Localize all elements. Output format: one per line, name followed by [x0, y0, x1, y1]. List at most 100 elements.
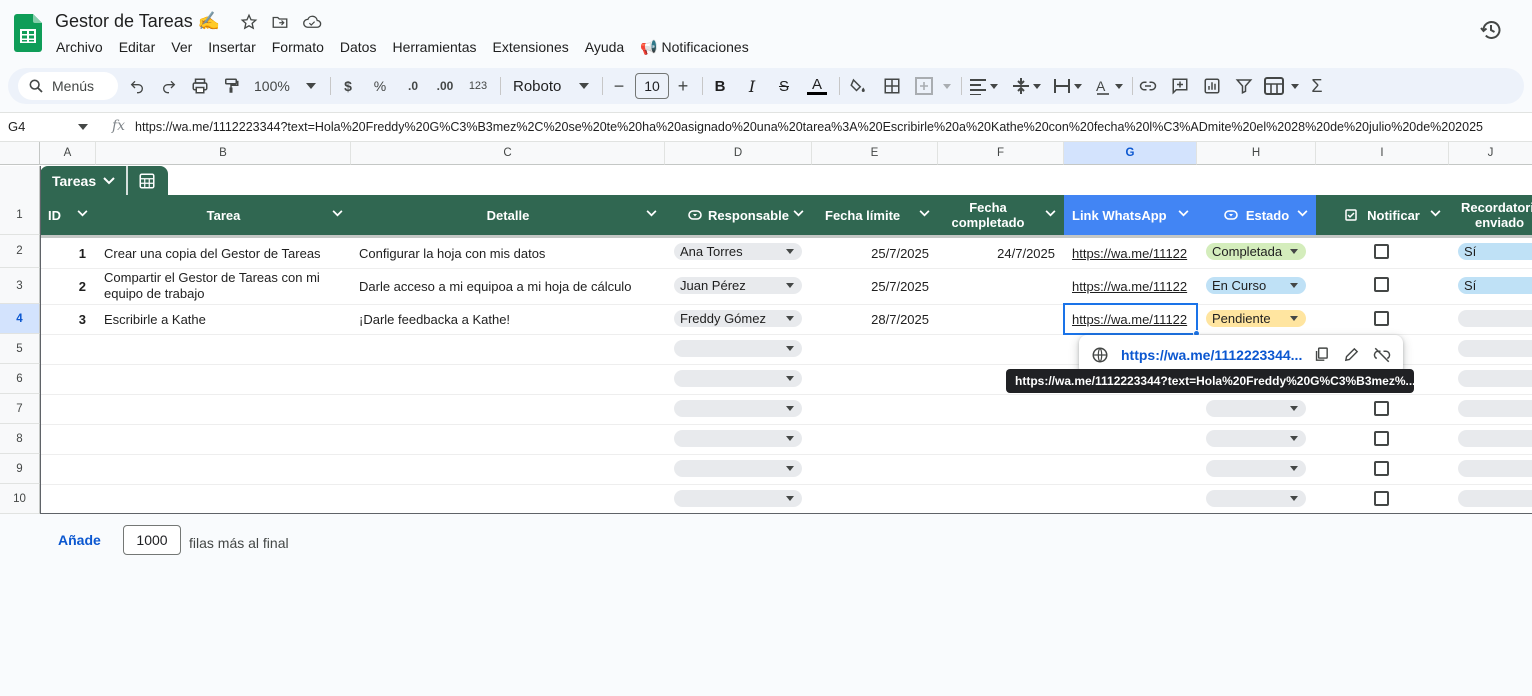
recordatorio-chip[interactable]: Sí: [1458, 243, 1532, 260]
chevron-down-icon[interactable]: [1178, 210, 1189, 217]
cell-fecha-limite[interactable]: 25/7/2025: [812, 268, 929, 304]
responsable-chip[interactable]: Ana Torres: [674, 243, 802, 260]
chevron-down-icon[interactable]: [78, 124, 88, 130]
print-icon[interactable]: [190, 74, 210, 98]
currency-format-button[interactable]: $: [340, 74, 356, 98]
merge-cells-icon[interactable]: [914, 74, 954, 98]
cell-tarea[interactable]: Escribirle a Kathe: [104, 304, 344, 334]
font-size-input[interactable]: 10: [635, 73, 669, 99]
responsable-chip-empty[interactable]: [674, 430, 802, 447]
row-header-2[interactable]: 2: [0, 235, 40, 268]
borders-icon[interactable]: [882, 74, 902, 98]
responsable-chip[interactable]: Juan Pérez: [674, 277, 802, 294]
undo-icon[interactable]: [128, 74, 146, 98]
header-estado[interactable]: Estado: [1197, 195, 1316, 235]
menu-notificaciones[interactable]: 📢 Notificaciones: [632, 38, 756, 58]
menu-ayuda[interactable]: Ayuda: [577, 38, 632, 58]
row-header-8[interactable]: 8: [0, 424, 40, 454]
menu-datos[interactable]: Datos: [332, 38, 385, 58]
recordatorio-chip[interactable]: Sí: [1458, 277, 1532, 294]
header-tarea[interactable]: Tarea: [96, 195, 351, 235]
unlink-icon[interactable]: [1373, 346, 1391, 364]
recordatorio-chip-empty[interactable]: [1458, 490, 1532, 507]
header-notificar[interactable]: Notificar: [1316, 195, 1449, 235]
add-rows-count-input[interactable]: 1000: [123, 525, 181, 555]
paint-format-icon[interactable]: [221, 74, 241, 98]
text-wrapping-icon[interactable]: [1053, 74, 1083, 98]
cell-tarea[interactable]: Crear una copia del Gestor de Tareas: [104, 238, 344, 268]
column-header-j[interactable]: J: [1449, 142, 1532, 165]
header-recordatorio[interactable]: Recordatorioenviado: [1449, 195, 1532, 235]
estado-chip[interactable]: En Curso: [1206, 277, 1306, 294]
copy-icon[interactable]: [1313, 346, 1330, 363]
cloud-status-icon[interactable]: [302, 13, 322, 33]
horizontal-align-icon[interactable]: [969, 74, 999, 98]
column-header-b[interactable]: B: [96, 142, 351, 165]
cell-fecha-completado[interactable]: 24/7/2025: [938, 238, 1055, 268]
cell-id[interactable]: 1: [40, 238, 86, 268]
estado-chip[interactable]: Pendiente: [1206, 310, 1306, 327]
cell-link-whatsapp[interactable]: https://wa.me/11122: [1072, 238, 1196, 268]
redo-icon[interactable]: [160, 74, 178, 98]
zoom-select[interactable]: 100%: [254, 74, 316, 98]
add-rows-button[interactable]: Añade: [58, 532, 101, 548]
cell-detalle[interactable]: ¡Darle feedbacka a Kathe!: [359, 304, 659, 334]
notificar-checkbox[interactable]: [1374, 277, 1389, 292]
column-header-i[interactable]: I: [1316, 142, 1449, 165]
recordatorio-chip[interactable]: [1458, 310, 1532, 327]
chevron-down-icon[interactable]: [919, 210, 930, 217]
header-link-whatsapp[interactable]: Link WhatsApp: [1064, 195, 1197, 235]
responsable-chip-empty[interactable]: [674, 370, 802, 387]
menu-formato[interactable]: Formato: [264, 38, 332, 58]
font-size-increase-button[interactable]: +: [676, 74, 690, 98]
text-color-icon[interactable]: A: [806, 74, 828, 98]
document-title[interactable]: Gestor de Tareas ✍️: [55, 11, 220, 32]
recordatorio-chip-empty[interactable]: [1458, 430, 1532, 447]
header-id[interactable]: ID: [40, 195, 96, 235]
column-header-f[interactable]: F: [938, 142, 1064, 165]
menu-search-box[interactable]: Menús: [18, 72, 118, 100]
fill-color-icon[interactable]: [848, 74, 868, 98]
chevron-down-icon[interactable]: [793, 210, 804, 217]
estado-chip-empty[interactable]: [1206, 430, 1306, 447]
sheets-logo-icon[interactable]: [14, 14, 42, 52]
strikethrough-icon[interactable]: S: [774, 74, 794, 98]
cell-link-whatsapp[interactable]: https://wa.me/11122: [1072, 268, 1196, 304]
estado-chip-empty[interactable]: [1206, 400, 1306, 417]
notificar-checkbox[interactable]: [1374, 244, 1389, 259]
notificar-checkbox[interactable]: [1374, 461, 1389, 476]
recordatorio-chip-empty[interactable]: [1458, 340, 1532, 357]
table-name-tab[interactable]: Tareas: [40, 166, 168, 196]
star-icon[interactable]: [240, 13, 260, 33]
notificar-checkbox[interactable]: [1374, 311, 1389, 326]
bold-icon[interactable]: B: [711, 74, 729, 98]
chevron-down-icon[interactable]: [332, 210, 343, 217]
popup-link-url[interactable]: https://wa.me/1112223344...: [1121, 347, 1302, 363]
cell-id[interactable]: 2: [40, 268, 86, 304]
cell-fecha-limite[interactable]: 28/7/2025: [812, 304, 929, 334]
increase-decimals-button[interactable]: .00: [433, 74, 457, 98]
decrease-decimals-button[interactable]: .0: [402, 74, 424, 98]
estado-chip-empty[interactable]: [1206, 490, 1306, 507]
notificar-checkbox[interactable]: [1374, 401, 1389, 416]
move-folder-icon[interactable]: [271, 13, 291, 33]
font-select[interactable]: Roboto: [513, 74, 589, 98]
edit-icon[interactable]: [1343, 346, 1360, 363]
functions-icon[interactable]: Σ: [1308, 74, 1326, 98]
italic-icon[interactable]: I: [743, 74, 761, 98]
chevron-down-icon[interactable]: [77, 210, 88, 217]
number-format-button[interactable]: 123: [467, 74, 489, 98]
row-header-6[interactable]: 6: [0, 364, 40, 394]
row-header-9[interactable]: 9: [0, 454, 40, 484]
cell-tarea[interactable]: Compartir el Gestor de Tareas con mi equi…: [104, 268, 344, 304]
menu-editar[interactable]: Editar: [111, 38, 164, 58]
chevron-down-icon[interactable]: [103, 177, 115, 185]
menu-insertar[interactable]: Insertar: [200, 38, 263, 58]
formula-input[interactable]: https://wa.me/1112223344?text=Hola%20Fre…: [135, 120, 1483, 134]
row-header-4[interactable]: 4: [0, 304, 40, 334]
select-all-corner[interactable]: [0, 142, 40, 165]
notificar-checkbox[interactable]: [1374, 431, 1389, 446]
table-view-icon[interactable]: [138, 172, 156, 190]
menu-archivo[interactable]: Archivo: [48, 38, 111, 58]
recordatorio-chip-empty[interactable]: [1458, 370, 1532, 387]
